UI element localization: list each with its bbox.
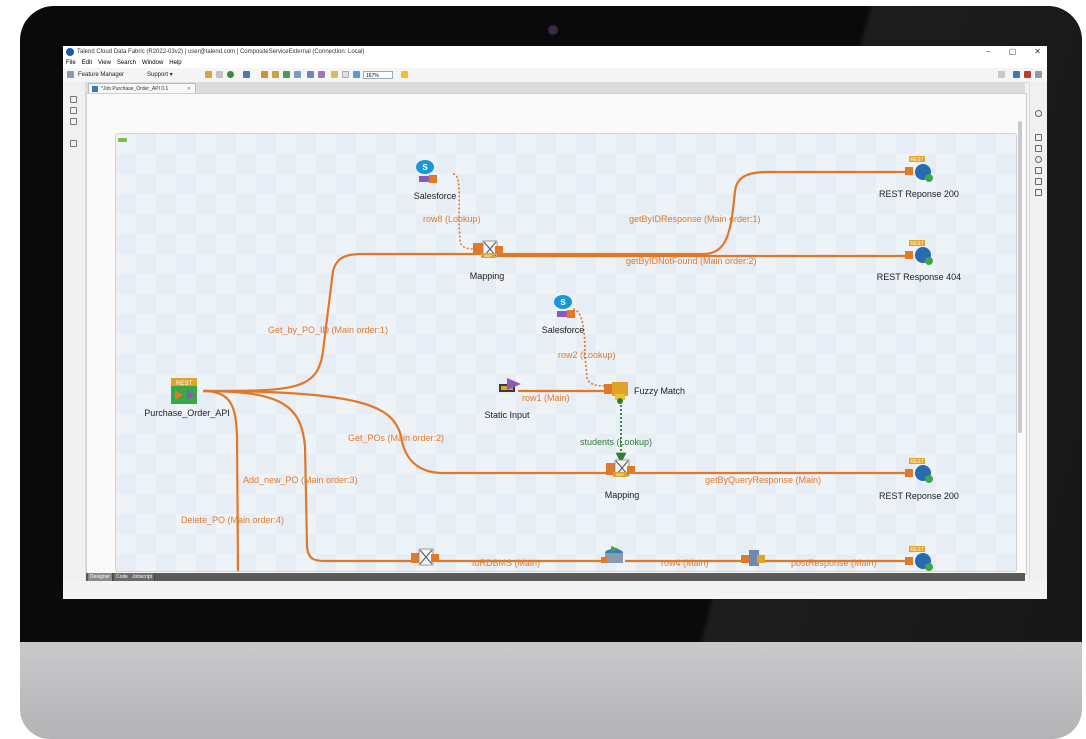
salesforce-icon: S [422, 163, 428, 172]
mapping-node-2[interactable]: MAP Mapping [605, 459, 640, 500]
database-output-node[interactable] [601, 546, 623, 563]
link-label-get-by-id-not-found: getByIDNotFound (Main order:2) [626, 256, 757, 266]
salesforce-node-1[interactable]: S Salesforce [414, 160, 457, 201]
fuzzy-match-node[interactable]: Fuzzy Match [604, 382, 685, 404]
link-label-row4: row4 (Main) [661, 558, 709, 568]
link-label-get-by-id-response: getByIDResponse (Main order:1) [629, 214, 761, 224]
rest-icon: REST [910, 547, 923, 553]
rest-icon: REST [910, 459, 923, 465]
purchase-order-api-node[interactable]: REST Purchase_Order_API [144, 378, 230, 418]
map-icon: MAP [616, 473, 624, 477]
link-label-students: students (Lookup) [580, 437, 652, 447]
salesforce-icon: S [560, 298, 566, 307]
rest-response-200-top-label: REST Reponse 200 [879, 189, 959, 199]
rest-response-404-node[interactable]: REST REST Response 404 [877, 240, 961, 282]
map-icon: MAP [484, 254, 492, 258]
salesforce-label-1: Salesforce [414, 191, 457, 201]
flow-get-by-po-id[interactable] [202, 252, 475, 393]
link-label-to-rdbms: toRDBMS (Main) [472, 558, 540, 568]
flow-get-pos[interactable] [202, 389, 611, 475]
flow-delete-po[interactable] [202, 389, 240, 572]
rest-response-200-mid-node[interactable]: REST REST Reponse 200 [879, 458, 959, 501]
mapping-label-2: Mapping [605, 490, 640, 500]
link-label-row2: row2 (Lookup) [558, 350, 616, 360]
link-label-delete-po: Delete_PO (Main order:4) [181, 515, 284, 525]
link-label-post-response: postResponse (Main) [791, 558, 877, 568]
monitor-chin [20, 642, 1082, 739]
link-label-row8: row8 (Lookup) [423, 214, 481, 224]
flow-row2-lookup[interactable] [572, 308, 606, 387]
link-label-row1: row1 (Main) [522, 393, 570, 403]
rest-response-post-node[interactable]: REST [905, 546, 933, 571]
rest-icon: REST [910, 157, 923, 163]
camera-icon [549, 26, 557, 34]
link-label-add-new-po: Add_new_PO (Main order:3) [243, 475, 358, 485]
mapping-label-1: Mapping [470, 271, 505, 281]
fuzzy-match-label: Fuzzy Match [634, 386, 685, 396]
link-label-get-pos: Get_POs (Main order:2) [348, 433, 444, 443]
link-label-get-by-query-response: getByQueryResponse (Main) [705, 475, 821, 485]
mapping-node-1[interactable]: MAP Mapping [470, 240, 505, 281]
rest-response-200-mid-label: REST Reponse 200 [879, 491, 959, 501]
rest-response-200-top-node[interactable]: REST REST Reponse 200 [879, 156, 959, 199]
mapping-node-3[interactable] [411, 548, 439, 566]
link-label-get-by-po-id: Get_by_PO_ID (Main order:1) [268, 325, 388, 335]
job-flow-diagram: S Salesforce MAP Mapping REST REST Repon… [144, 156, 961, 572]
static-input-label: Static Input [484, 410, 530, 420]
salesforce-node-2[interactable]: S Salesforce [542, 295, 585, 335]
filter-node[interactable] [741, 550, 765, 566]
flow-row8-lookup[interactable] [452, 173, 474, 250]
flow-get-by-id-response[interactable] [495, 170, 905, 256]
purchase-order-api-label: Purchase_Order_API [144, 408, 230, 418]
salesforce-label-2: Salesforce [542, 325, 585, 335]
rest-icon: REST [910, 241, 923, 247]
rest-response-404-label: REST Response 404 [877, 272, 961, 282]
